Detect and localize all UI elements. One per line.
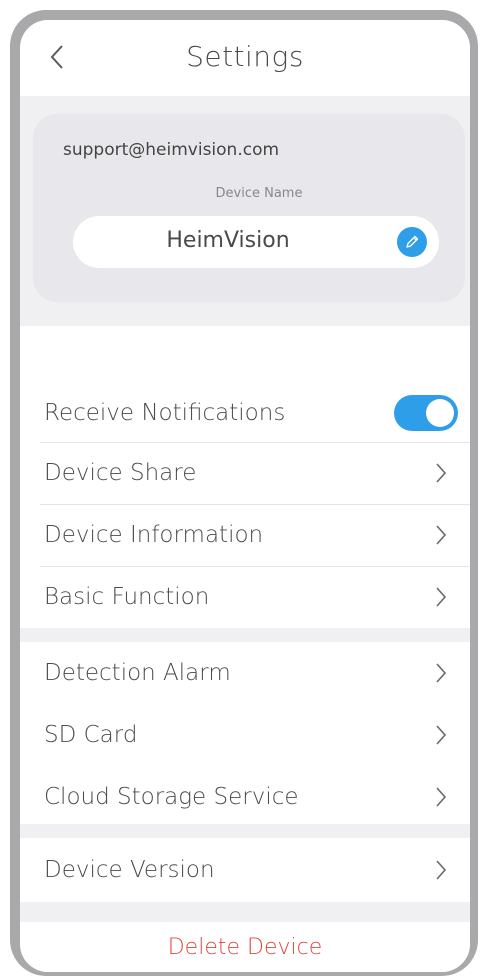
row-label: SD Card [44,722,138,748]
row-label: Receive Notifications [44,400,286,426]
device-card: support@heimvision.com Device Name HeimV… [33,114,465,302]
chevron-right-icon [430,583,452,611]
chevron-right-icon [430,659,452,687]
toggle-knob [426,399,454,427]
row-label: Cloud Storage Service [44,784,299,810]
delete-device-button[interactable]: Delete Device [20,922,470,972]
device-name-value: HeimVision [166,228,290,253]
row-cloud-storage-service[interactable]: Cloud Storage Service [20,766,470,828]
row-device-share[interactable]: Device Share [20,442,470,504]
pencil-icon [406,235,419,248]
row-label: Device Version [44,857,215,883]
settings-screen: Settings support@heimvision.com Device N… [20,20,470,972]
header-bar: Settings [20,20,470,96]
row-label: Device Share [44,460,197,486]
row-receive-notifications: Receive Notifications [20,382,470,444]
row-sd-card[interactable]: SD Card [20,704,470,766]
device-name-field[interactable]: HeimVision [73,216,439,268]
row-device-information[interactable]: Device Information [20,504,470,566]
page-title: Settings [186,40,304,73]
chevron-right-icon [430,521,452,549]
row-detection-alarm[interactable]: Detection Alarm [20,642,470,704]
notifications-toggle[interactable] [394,395,458,431]
account-email: support@heimvision.com [63,140,280,160]
row-device-version[interactable]: Device Version [20,838,470,902]
chevron-right-icon [430,459,452,487]
delete-device-label: Delete Device [167,934,323,960]
edit-name-button[interactable] [397,227,427,257]
row-label: Detection Alarm [44,660,231,686]
chevron-right-icon [430,721,452,749]
device-name-label: Device Name [215,186,303,201]
chevron-right-icon [430,856,452,884]
row-basic-function[interactable]: Basic Function [20,566,470,628]
row-label: Device Information [44,522,264,548]
chevron-right-icon [430,783,452,811]
row-label: Basic Function [44,584,210,610]
